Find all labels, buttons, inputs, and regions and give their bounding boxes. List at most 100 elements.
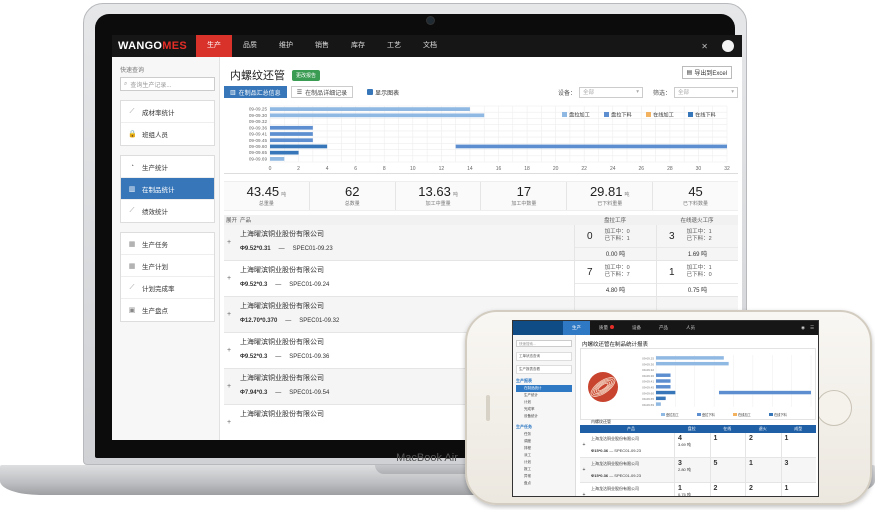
sidebar-item[interactable]: ⟋ 计划完成率: [121, 277, 214, 299]
avatar[interactable]: [722, 40, 734, 52]
phone-nav-item[interactable]: 质量: [590, 321, 623, 335]
expand-icon[interactable]: +: [224, 369, 234, 404]
phone-side-top: 工单状态查询 生产报表查看: [513, 352, 575, 374]
camera-icon: [427, 17, 434, 24]
export-excel-button[interactable]: ▤ 导出到Excel: [681, 66, 732, 79]
device-select[interactable]: 全部 ▾: [578, 86, 643, 98]
sidebar-item[interactable]: ▦ 生产计划: [121, 255, 214, 277]
nav-item-4[interactable]: 库存: [340, 35, 376, 57]
show-chart-label: 显示图表: [375, 90, 400, 97]
phone-sidebar-item[interactable]: 计划: [516, 459, 572, 466]
nav-item-2[interactable]: 维护: [268, 35, 304, 57]
phone-sidebar-item[interactable]: 计划: [516, 399, 572, 406]
sidebar-group-2: ▦ 生产任务 ▦ 生产计划 ⟋ 计划完成率 ▣ 生产盘点: [120, 232, 215, 322]
expand-icon[interactable]: +: [224, 405, 234, 440]
expand-icon[interactable]: +: [224, 261, 234, 296]
phone-seg-count: 5: [713, 460, 718, 467]
legend-label: 在线下料: [695, 111, 716, 119]
sidebar-item[interactable]: ▥ 在制品统计: [121, 178, 214, 200]
nav-item-6[interactable]: 文档: [412, 35, 448, 57]
phone-sidebar-item[interactable]: 生产统计: [516, 392, 572, 399]
phone-side-link[interactable]: 生产报表查看: [516, 365, 572, 374]
phone-table-row[interactable]: +上海龙沽铜业股份有限公司Φ15*0.36 — SPEC01-09.2310.7…: [580, 483, 816, 496]
bar-盘拉加工: [270, 157, 285, 161]
phone-side-link[interactable]: 工单状态查询: [516, 352, 572, 361]
expand-icon[interactable]: +: [224, 333, 234, 368]
y-tick-label: 09-09.30: [642, 362, 654, 366]
phone-nav-right: ◉ ☰: [801, 325, 818, 331]
col-drawing: 盘拉工序: [603, 218, 626, 224]
sidebar-item[interactable]: ⟋ 成材率统计: [121, 101, 214, 123]
sidebar-item[interactable]: ◔ 生产统计: [121, 156, 214, 178]
phone-nav-item[interactable]: 人员: [677, 321, 704, 335]
y-tick-label: 09-09.45: [642, 386, 654, 390]
menu-icon[interactable]: ☰: [810, 325, 814, 331]
phone-sidebar-item[interactable]: 调度: [516, 438, 572, 445]
expand-icon[interactable]: +: [580, 458, 588, 482]
filter-selects: 设备： 全部 ▾ 筛选： 全部 ▾: [558, 86, 738, 98]
annealing-weight: 1.69 吨: [657, 247, 738, 261]
phone-sidebar-item[interactable]: 异常: [516, 473, 572, 480]
phone-spec-size: Φ15*0.36: [591, 448, 609, 453]
tools-icon[interactable]: ✕: [701, 42, 708, 51]
home-button[interactable]: [816, 390, 852, 426]
phone-sidebar-item[interactable]: 盘点: [516, 480, 572, 487]
sidebar-item-label: 班组人员: [142, 132, 168, 139]
phone-table-row[interactable]: + 上海龙沽铜业股份有限公司 Φ15*0.36 — SPEC01-09.23 4 3.6…: [580, 433, 816, 458]
sidebar-item[interactable]: ▦ 生产任务: [121, 233, 214, 255]
phone-col: 在线: [723, 426, 732, 431]
y-tick-label: 09-09.41: [642, 380, 654, 384]
app-logo[interactable]: WANGOMES: [112, 40, 196, 52]
annealing-breakdown: 加工中：1 已下料：2: [687, 229, 712, 243]
phone-col: 退火: [758, 426, 767, 431]
phone-seg-count: 1: [713, 435, 718, 442]
expand-icon[interactable]: +: [224, 225, 234, 260]
expand-icon[interactable]: +: [580, 483, 588, 496]
table-row[interactable]: + 上海曜滨铜业股份有限公司 Φ9.52*0.3 — SPEC01-09.24 7 加工中：…: [224, 261, 738, 297]
phone-sidebar-item[interactable]: 设备统计: [516, 413, 572, 420]
phone-table-row[interactable]: + 上海龙沽铜业股份有限公司 Φ15*0.36 — SPEC01-09.23 3 2.8…: [580, 458, 816, 483]
report-badge[interactable]: 更改报告: [292, 69, 321, 81]
phone-nav-item[interactable]: 生产: [563, 321, 590, 335]
nav-item-0[interactable]: 生产: [196, 35, 232, 57]
sidebar-item[interactable]: 🔒 班组人员: [121, 123, 214, 145]
phone-nav-items: 生产 质量 设备 产品 人员: [563, 321, 704, 335]
phone-col: 产品: [627, 426, 635, 431]
bar-盘拉加工: [656, 402, 661, 406]
expand-icon[interactable]: +: [224, 297, 234, 332]
user-icon[interactable]: ◉: [801, 325, 805, 331]
stat-unit: 吨: [452, 192, 458, 198]
bar-在线下料: [270, 144, 328, 149]
drawing-weight: 4.80 吨: [575, 283, 656, 297]
phone-nav-item[interactable]: 产品: [650, 321, 677, 335]
phone-search-input[interactable]: 快速搜索...: [516, 340, 572, 347]
quick-search-label: 快速查询: [120, 68, 145, 74]
table-row[interactable]: + 上海曜滨铜业股份有限公司 Φ9.52*0.31 — SPEC01-09.23 0 加工中…: [224, 225, 738, 261]
phone-sidebar-item[interactable]: 报工: [516, 466, 572, 473]
tab-detail[interactable]: ☰ 在制品详细记录: [290, 86, 354, 98]
sidebar-item[interactable]: ▣ 生产盘点: [121, 299, 214, 321]
phone-sidebar-item[interactable]: 派工: [516, 452, 572, 459]
phone-sidebar-item[interactable]: 任务: [516, 431, 572, 438]
phone-sidebar-item[interactable]: 完成率: [516, 406, 572, 413]
phone-nav-item[interactable]: 设备: [623, 321, 650, 335]
x-tick-label: 30: [696, 166, 702, 172]
legend-swatch: [733, 413, 737, 416]
sidebar-item[interactable]: ⟋ 绩效统计: [121, 200, 214, 222]
nav-item-1[interactable]: 品质: [232, 35, 268, 57]
search-input[interactable]: ⌕ 查询生产记录...: [120, 77, 215, 91]
filter-select[interactable]: 全部 ▾: [674, 86, 738, 98]
phone-sidebar-item[interactable]: 排程: [516, 445, 572, 452]
tab-summary[interactable]: ▥ 在制品汇总信息: [224, 86, 287, 98]
drawing-breakdown: 加工中：0 已下料：1: [605, 229, 630, 243]
phone-sidebar: 快速搜索... 工单状态查询 生产报表查看 生产报表 在制品统计 生产统计 计划 完成率…: [513, 335, 576, 496]
phone-spec-code: — SPEC01-09.23: [608, 448, 641, 453]
phone-logo[interactable]: [513, 321, 563, 335]
nav-item-3[interactable]: 销售: [304, 35, 340, 57]
stat-value: 29.81 吨: [589, 184, 630, 199]
show-chart-checkbox[interactable]: 显示图表: [367, 88, 399, 97]
nav-item-5[interactable]: 工艺: [376, 35, 412, 57]
expand-icon[interactable]: +: [580, 433, 588, 457]
stat-value: 45: [688, 184, 703, 199]
phone-sidebar-item[interactable]: 在制品统计: [516, 385, 572, 392]
